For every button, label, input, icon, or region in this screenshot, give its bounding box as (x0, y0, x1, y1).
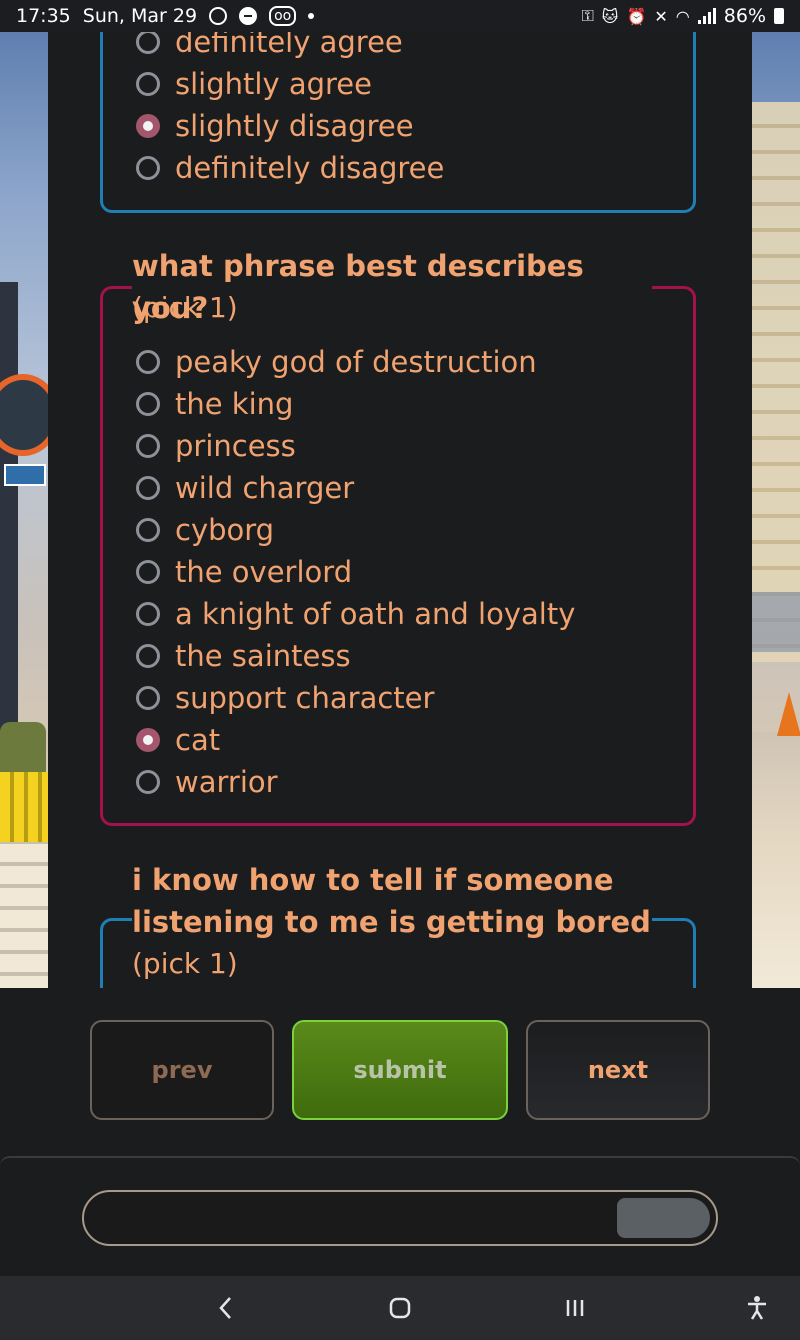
option-the-saintess[interactable]: the saintess (136, 635, 351, 677)
option-peaky-god-of-destruction[interactable]: peaky god of destruction (136, 341, 537, 383)
radio-icon[interactable] (136, 350, 160, 374)
option-warrior[interactable]: warrior (136, 761, 278, 803)
accessibility-icon[interactable] (741, 1292, 773, 1324)
option-slightly-agree[interactable]: slightly agree (136, 63, 372, 105)
progress-bar (82, 1190, 718, 1246)
scene-building (752, 102, 800, 662)
scene-sidewalk (0, 822, 48, 982)
option-slightly-disagree[interactable]: slightly disagree (136, 105, 414, 147)
scene-plant (0, 722, 46, 772)
data-saver-icon (209, 7, 228, 25)
submit-button[interactable]: submit (292, 1020, 508, 1120)
option-label: princess (175, 429, 296, 463)
scene-railing (752, 592, 800, 652)
home-icon[interactable] (384, 1292, 416, 1324)
option-label: the saintess (175, 639, 351, 673)
alarm-icon: ⏰ (626, 6, 647, 26)
progress-section (0, 1156, 800, 1278)
option-label: slightly agree (175, 67, 372, 101)
option-cyborg[interactable]: cyborg (136, 509, 274, 551)
option-label: slightly disagree (175, 109, 414, 143)
option-label: cyborg (175, 513, 275, 547)
question-3-title-line-1: i know how to tell if someone (132, 859, 652, 901)
option-definitely-agree[interactable]: definitely agree (136, 32, 403, 63)
option-knight-of-oath[interactable]: a knight of oath and loyalty (136, 593, 575, 635)
option-label: definitely agree (175, 32, 403, 59)
radio-icon[interactable] (136, 560, 160, 584)
question-2-hint: (pick 1) (132, 291, 238, 324)
option-cat[interactable]: cat (136, 719, 220, 761)
radio-icon[interactable] (136, 602, 160, 626)
radio-icon[interactable] (136, 72, 160, 96)
radio-icon[interactable] (136, 434, 160, 458)
scene-traffic-cone (777, 692, 800, 736)
mute-icon: ✕ (654, 6, 668, 26)
key-icon: ⚿ (581, 6, 594, 25)
scene-barrier (0, 772, 48, 842)
option-label: support character (175, 681, 435, 715)
voicemail-icon: oo (269, 6, 297, 26)
status-time: 17:35 (16, 5, 71, 27)
survey-panel[interactable]: definitely agree slightly agree slightly… (48, 32, 752, 988)
radio-icon[interactable] (136, 156, 160, 180)
option-the-king[interactable]: the king (136, 383, 293, 425)
question-3-title-line-2: listening to me is getting bored (132, 901, 652, 943)
back-icon[interactable] (210, 1292, 242, 1324)
radio-icon[interactable] (136, 770, 160, 794)
option-wild-charger[interactable]: wild charger (136, 467, 354, 509)
status-date: Sun, Mar 29 (82, 5, 198, 27)
status-bar: 17:35 Sun, Mar 29 oo ⚿ 🐱 ⏰ ✕ ◠ 86% (0, 0, 800, 32)
battery-icon (774, 8, 784, 24)
next-button[interactable]: next (526, 1020, 710, 1120)
navigation-controls: prev submit next (0, 988, 800, 1154)
dot-icon (308, 13, 315, 19)
option-label: definitely disagree (175, 151, 445, 185)
radio-selected-icon[interactable] (136, 114, 160, 138)
radio-icon[interactable] (136, 32, 160, 54)
dnd-icon (239, 7, 258, 25)
prev-button[interactable]: prev (90, 1020, 274, 1120)
option-label: peaky god of destruction (175, 345, 537, 379)
wifi-icon: ◠ (675, 6, 690, 26)
option-label: a knight of oath and loyalty (175, 597, 576, 631)
recents-icon[interactable] (559, 1292, 591, 1324)
question-3-hint: (pick 1) (132, 947, 238, 980)
option-label: the overlord (175, 555, 353, 589)
radio-icon[interactable] (136, 686, 160, 710)
option-support-character[interactable]: support character (136, 677, 434, 719)
option-the-overlord[interactable]: the overlord (136, 551, 352, 593)
cat-icon: 🐱 (601, 6, 619, 26)
radio-selected-icon[interactable] (136, 728, 160, 752)
battery-text: 86% (723, 5, 766, 27)
option-label: the king (175, 387, 294, 421)
radio-icon[interactable] (136, 644, 160, 668)
system-nav-bar (0, 1276, 800, 1340)
radio-icon[interactable] (136, 392, 160, 416)
option-princess[interactable]: princess (136, 425, 296, 467)
option-definitely-disagree[interactable]: definitely disagree (136, 147, 444, 189)
scene-street-sign (4, 464, 46, 486)
option-label: warrior (175, 765, 278, 799)
option-label: cat (175, 723, 221, 757)
progress-fill (617, 1198, 710, 1238)
signal-icon (697, 8, 716, 24)
radio-icon[interactable] (136, 476, 160, 500)
radio-icon[interactable] (136, 518, 160, 542)
option-label: wild charger (175, 471, 355, 505)
